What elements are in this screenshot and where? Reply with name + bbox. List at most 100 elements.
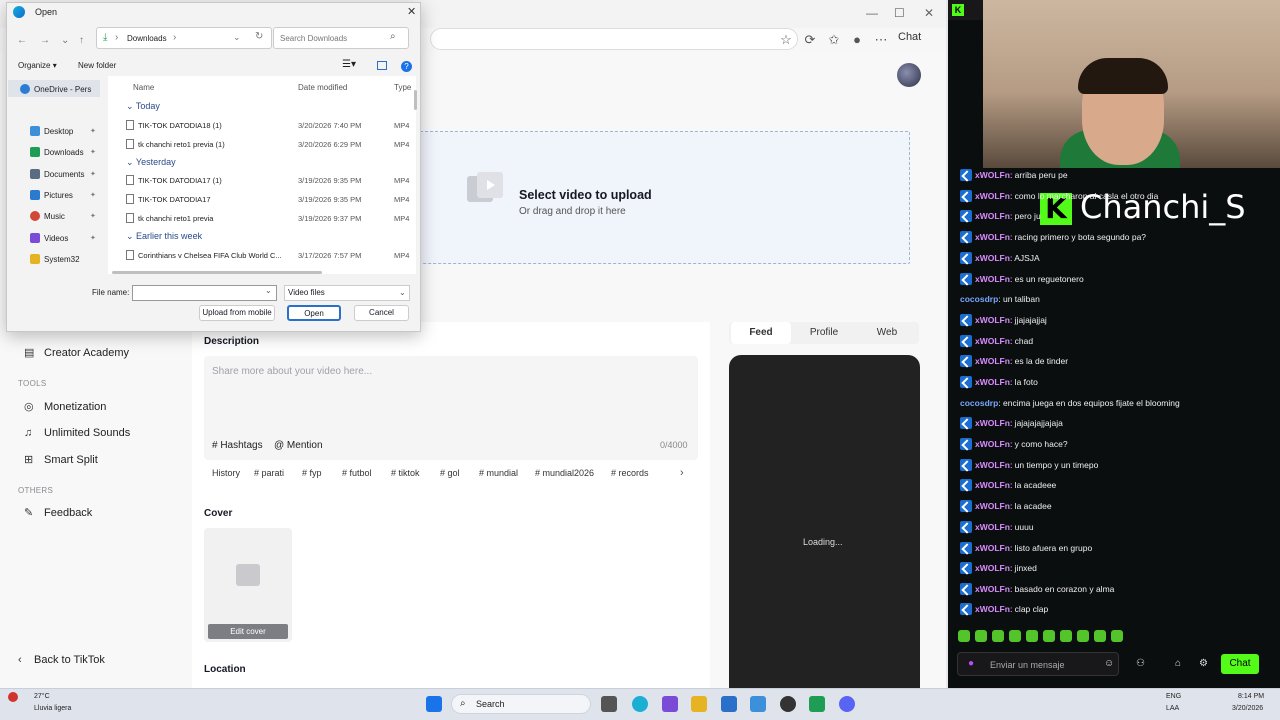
column-header-date[interactable]: Date modified xyxy=(298,83,347,92)
hashtag-chip[interactable]: # parati xyxy=(254,468,284,478)
chat-username[interactable]: cocosdrp xyxy=(960,294,998,304)
file-row[interactable]: TIK-TOK DATODIA17 (1) 3/19/2026 9:35 PM MP… xyxy=(126,172,416,190)
emote-icon[interactable] xyxy=(958,630,970,642)
chat-username[interactable]: xWOLFn xyxy=(975,253,1010,263)
chat-username[interactable]: xWOLFn xyxy=(975,439,1010,449)
copilot-chat-button[interactable]: Chat xyxy=(898,31,921,43)
chat-username[interactable]: xWOLFn xyxy=(975,522,1010,532)
users-icon[interactable]: ⚇ xyxy=(1136,658,1145,669)
emote-icon[interactable] xyxy=(1043,630,1055,642)
hashtag-chip[interactable]: # mundial xyxy=(479,468,518,478)
taskbar-search[interactable]: ⌕ Search xyxy=(451,694,591,714)
chat-username[interactable]: xWOLFn xyxy=(975,543,1010,553)
refresh-icon[interactable]: ↻ xyxy=(255,31,263,42)
chat-username[interactable]: xWOLFn xyxy=(975,418,1010,428)
emote-icon[interactable] xyxy=(1009,630,1021,642)
chat-username[interactable]: xWOLFn xyxy=(975,460,1010,470)
maximize-button[interactable]: ☐ xyxy=(894,6,905,20)
emote-icon[interactable] xyxy=(1077,630,1089,642)
nav-item-documents[interactable]: Documents xyxy=(30,169,84,179)
forward-arrow-icon[interactable]: → xyxy=(40,35,50,46)
windows-start-icon[interactable] xyxy=(426,696,442,712)
organize-button[interactable]: Organize ▾ xyxy=(18,61,57,70)
horizontal-scrollbar[interactable] xyxy=(112,271,322,274)
store-icon[interactable]: ⌂ xyxy=(1175,658,1181,669)
copilot-icon[interactable] xyxy=(662,696,678,712)
chat-username[interactable]: cocosdrp xyxy=(960,398,998,408)
close-icon[interactable]: ✕ xyxy=(407,5,416,18)
help-icon[interactable]: ? xyxy=(401,61,412,72)
favorites-icon[interactable]: ✩ xyxy=(826,32,842,48)
chat-username[interactable]: xWOLFn xyxy=(975,501,1010,511)
reading-icon[interactable]: ⟳ xyxy=(802,32,818,48)
mention-button[interactable]: @ Mention xyxy=(274,440,323,451)
chat-username[interactable]: xWOLFn xyxy=(975,584,1010,594)
chat-username[interactable]: xWOLFn xyxy=(975,377,1010,387)
emote-icon[interactable] xyxy=(1094,630,1106,642)
hashtag-chip[interactable]: # futbol xyxy=(342,468,372,478)
nav-item-downloads[interactable]: Downloads xyxy=(30,147,84,157)
sidebar-item-smart-split[interactable]: ⊞ Smart Split xyxy=(24,454,98,466)
file-explorer-icon[interactable] xyxy=(691,696,707,712)
search-input[interactable]: Search Downloads ⌕ xyxy=(273,27,409,49)
tab-profile[interactable]: Profile xyxy=(794,322,854,344)
chat-username[interactable]: xWOLFn xyxy=(975,211,1010,221)
chat-username[interactable]: xWOLFn xyxy=(975,336,1010,346)
chevron-right-icon[interactable]: › xyxy=(680,467,684,479)
chat-username[interactable]: xWOLFn xyxy=(975,170,1010,180)
sidebar-item-creator-academy[interactable]: ▤ Creator Academy xyxy=(24,347,129,359)
send-chat-button[interactable]: Chat xyxy=(1221,654,1259,674)
file-row[interactable]: TIK-TOK DATODIA17 3/19/2026 9:35 PM MP4 xyxy=(126,191,416,209)
nav-item-videos[interactable]: Videos xyxy=(30,233,68,243)
hashtag-chip[interactable]: # fyp xyxy=(302,468,322,478)
clock-time[interactable]: 8:14 PM xyxy=(1238,693,1264,700)
hashtag-chip[interactable]: # mundial2026 xyxy=(535,468,594,478)
weather-temp[interactable]: 27°C xyxy=(34,693,50,700)
nav-item-onedrive[interactable]: OneDrive - Pers xyxy=(20,84,91,94)
chevron-down-icon[interactable]: ⌄ xyxy=(233,32,241,43)
gear-icon[interactable]: ⚙ xyxy=(1199,658,1208,669)
lang-laa[interactable]: LAA xyxy=(1166,705,1179,712)
view-icon[interactable]: ☰▾ xyxy=(342,59,356,70)
column-header-name[interactable]: Name xyxy=(133,83,154,92)
sidebar-item-feedback[interactable]: ✎ Feedback xyxy=(24,507,92,519)
lang-eng[interactable]: ENG xyxy=(1166,693,1181,700)
upload-dropzone[interactable]: Select video to upload Or drag and drop … xyxy=(418,131,910,264)
task-view-icon[interactable] xyxy=(601,696,617,712)
nav-item-music[interactable]: Music xyxy=(30,211,65,221)
tab-feed[interactable]: Feed xyxy=(731,322,791,344)
chat-message-input[interactable]: ● Enviar un mensaje ☺ xyxy=(957,652,1119,676)
new-folder-button[interactable]: New folder xyxy=(78,61,116,70)
file-row[interactable]: tk chanchi reto1 previa 3/19/2026 9:37 PM… xyxy=(126,210,416,228)
emote-icon[interactable] xyxy=(992,630,1004,642)
group-header-yesterday[interactable]: ⌄ Yesterday xyxy=(126,157,176,168)
vertical-scrollbar[interactable] xyxy=(414,90,417,110)
chat-username[interactable]: xWOLFn xyxy=(975,563,1010,573)
avatar[interactable] xyxy=(897,63,921,87)
chat-username[interactable]: xWOLFn xyxy=(975,604,1010,614)
emoji-icon[interactable]: ☺ xyxy=(1104,658,1114,669)
address-breadcrumb[interactable]: ⤓ › Downloads › ⌄ ↻ xyxy=(96,27,272,49)
preview-pane-icon[interactable] xyxy=(377,61,387,70)
group-header-today[interactable]: ⌄ Today xyxy=(126,101,160,112)
hashtag-chip[interactable]: # tiktok xyxy=(391,468,420,478)
emote-icon[interactable] xyxy=(1026,630,1038,642)
profile-icon[interactable]: ● xyxy=(849,32,865,48)
clock-date[interactable]: 3/20/2026 xyxy=(1232,705,1263,712)
sidebar-item-monetization[interactable]: ◎ Monetization xyxy=(24,401,106,413)
group-header-earlier[interactable]: ⌄ Earlier this week xyxy=(126,231,202,242)
file-row[interactable]: TIK-TOK DATODIA18 (1) 3/20/2026 7:40 PM MP… xyxy=(126,117,416,135)
emote-bar[interactable] xyxy=(958,630,1158,644)
nav-item-system32[interactable]: System32 xyxy=(30,254,80,264)
back-to-tiktok-link[interactable]: ‹ Back to TikTok xyxy=(18,654,105,666)
chat-username[interactable]: xWOLFn xyxy=(975,356,1010,366)
emote-icon[interactable] xyxy=(1060,630,1072,642)
upload-from-mobile-button[interactable]: Upload from mobile xyxy=(199,305,275,321)
tab-web[interactable]: Web xyxy=(857,322,917,344)
up-arrow-icon[interactable]: ↑ xyxy=(79,35,84,46)
mic-icon[interactable]: ● xyxy=(968,658,974,669)
discord-icon[interactable] xyxy=(839,696,855,712)
address-bar[interactable] xyxy=(430,28,798,50)
emote-icon[interactable] xyxy=(1111,630,1123,642)
nav-item-desktop[interactable]: Desktop xyxy=(30,126,73,136)
